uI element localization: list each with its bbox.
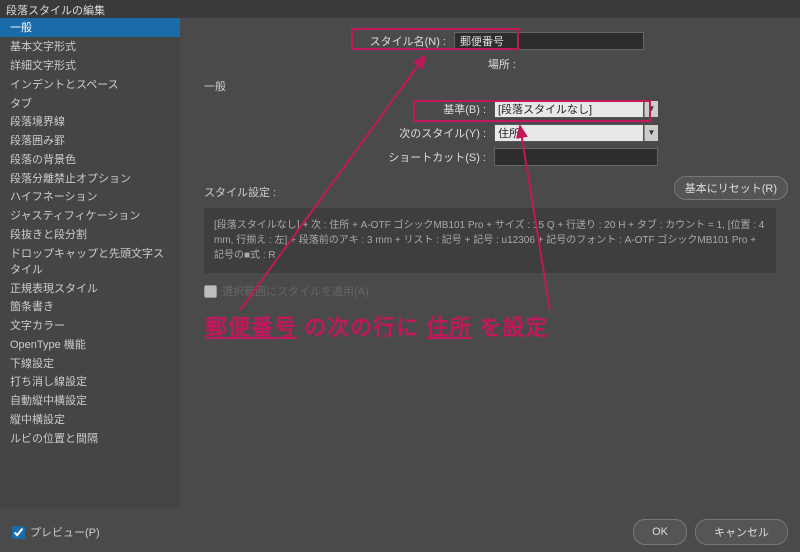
sidebar-item-bullets[interactable]: 箇条書き bbox=[0, 297, 180, 316]
dialog-body: 一般 基本文字形式 詳細文字形式 インデントとスペース タブ 段落境界線 段落囲… bbox=[0, 18, 800, 508]
sidebar-item-opentype[interactable]: OpenType 機能 bbox=[0, 335, 180, 354]
preview-checkbox[interactable] bbox=[12, 526, 25, 539]
sidebar-item-auto-tcy[interactable]: 自動縦中横設定 bbox=[0, 391, 180, 410]
based-on-label: 基準(B) : bbox=[204, 101, 494, 117]
next-style-select[interactable]: 住所 bbox=[494, 124, 644, 142]
sidebar-item-indent-space[interactable]: インデントとスペース bbox=[0, 74, 180, 93]
style-name-label: スタイル名(N) : bbox=[204, 33, 454, 49]
sidebar-item-tcy[interactable]: 縦中横設定 bbox=[0, 410, 180, 429]
sidebar-item-underline[interactable]: 下線設定 bbox=[0, 353, 180, 372]
category-sidebar: 一般 基本文字形式 詳細文字形式 インデントとスペース タブ 段落境界線 段落囲… bbox=[0, 18, 180, 508]
chevron-down-icon[interactable]: ▼ bbox=[644, 125, 658, 141]
cancel-button[interactable]: キャンセル bbox=[695, 519, 788, 545]
sidebar-item-char-color[interactable]: 文字カラー bbox=[0, 316, 180, 335]
style-name-input[interactable] bbox=[454, 32, 644, 50]
ok-button[interactable]: OK bbox=[633, 519, 687, 545]
sidebar-item-strike[interactable]: 打ち消し線設定 bbox=[0, 372, 180, 391]
sidebar-item-dropcaps[interactable]: ドロップキャップと先頭文字スタイル bbox=[0, 243, 180, 278]
sidebar-item-tabs[interactable]: タブ bbox=[0, 93, 180, 112]
shortcut-input[interactable] bbox=[494, 148, 658, 166]
general-section-title: 一般 bbox=[204, 78, 776, 94]
reset-button[interactable]: 基本にリセット(R) bbox=[674, 176, 788, 200]
sidebar-item-justification[interactable]: ジャスティフィケーション bbox=[0, 206, 180, 225]
sidebar-item-para-bg[interactable]: 段落の背景色 bbox=[0, 149, 180, 168]
next-style-label: 次のスタイル(Y) : bbox=[204, 125, 494, 141]
apply-to-selection-checkbox bbox=[204, 285, 217, 298]
apply-to-selection-label: 選択範囲にスタイルを適用(A) bbox=[222, 283, 369, 299]
dialog-title: 段落スタイルの編集 bbox=[0, 0, 800, 18]
preview-label: プレビュー(P) bbox=[30, 524, 100, 540]
sidebar-item-span-columns[interactable]: 段抜きと段分割 bbox=[0, 225, 180, 244]
sidebar-item-para-border[interactable]: 段落囲み罫 bbox=[0, 131, 180, 150]
sidebar-item-adv-char[interactable]: 詳細文字形式 bbox=[0, 56, 180, 75]
preview-toggle[interactable]: プレビュー(P) bbox=[12, 524, 100, 540]
shortcut-label: ショートカット(S) : bbox=[204, 149, 494, 165]
main-panel: スタイル名(N) : 場所 : 一般 基準(B) : [段落スタイルなし] ▼ … bbox=[180, 18, 800, 508]
style-settings-text: [段落スタイルなし] + 次 : 住所 + A-OTF ゴシックMB101 Pr… bbox=[204, 208, 776, 273]
sidebar-item-ruby[interactable]: ルビの位置と間隔 bbox=[0, 428, 180, 447]
annotation-text: 郵便番号 の次の行に 住所 を設定 bbox=[205, 310, 548, 342]
location-label: 場所 : bbox=[204, 56, 524, 72]
sidebar-item-basic-char[interactable]: 基本文字形式 bbox=[0, 37, 180, 56]
sidebar-item-general[interactable]: 一般 bbox=[0, 18, 180, 37]
sidebar-item-keep-options[interactable]: 段落分離禁止オプション bbox=[0, 168, 180, 187]
sidebar-item-hyphenation[interactable]: ハイフネーション bbox=[0, 187, 180, 206]
chevron-down-icon[interactable]: ▼ bbox=[644, 101, 658, 117]
sidebar-item-grep[interactable]: 正規表現スタイル bbox=[0, 278, 180, 297]
based-on-select[interactable]: [段落スタイルなし] bbox=[494, 100, 644, 118]
dialog-footer: プレビュー(P) OK キャンセル bbox=[0, 512, 800, 552]
apply-to-selection-row: 選択範囲にスタイルを適用(A) bbox=[204, 283, 776, 299]
sidebar-item-para-rule[interactable]: 段落境界線 bbox=[0, 112, 180, 131]
